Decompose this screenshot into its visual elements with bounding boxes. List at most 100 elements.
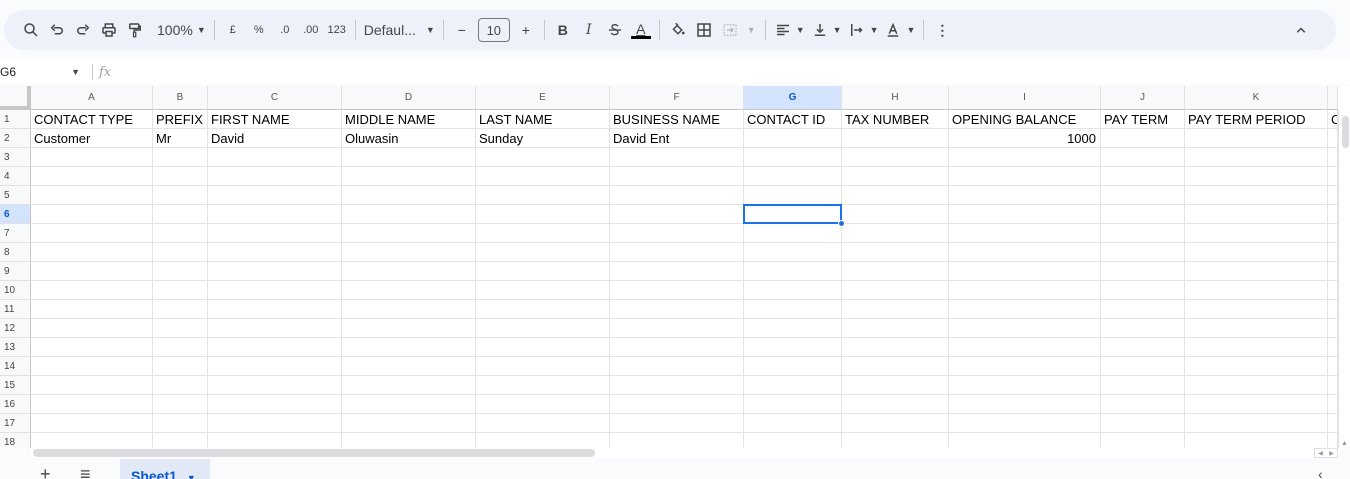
- cell-a12[interactable]: [31, 319, 153, 338]
- cell-b10[interactable]: [153, 281, 208, 300]
- fill-handle[interactable]: [838, 220, 845, 227]
- cell-k2[interactable]: [1185, 129, 1328, 148]
- cell-partial[interactable]: [1328, 205, 1338, 224]
- row-header-14[interactable]: 14: [0, 357, 31, 376]
- cell-c11[interactable]: [208, 300, 342, 319]
- cell-k11[interactable]: [1185, 300, 1328, 319]
- vertical-scrollbar[interactable]: ▲ ▼: [1338, 110, 1350, 448]
- cell-h8[interactable]: [842, 243, 949, 262]
- row-header-11[interactable]: 11: [0, 300, 31, 319]
- scroll-up-icon[interactable]: ▲: [1341, 440, 1348, 447]
- cell-partial[interactable]: [1328, 300, 1338, 319]
- cell-a3[interactable]: [31, 148, 153, 167]
- cell-h9[interactable]: [842, 262, 949, 281]
- cell-h14[interactable]: [842, 357, 949, 376]
- cell-d17[interactable]: [342, 414, 476, 433]
- cell-j12[interactable]: [1101, 319, 1185, 338]
- cell-c16[interactable]: [208, 395, 342, 414]
- cell-f17[interactable]: [610, 414, 744, 433]
- cell-e8[interactable]: [476, 243, 610, 262]
- cell-i18[interactable]: [949, 433, 1101, 448]
- cell-i6[interactable]: [949, 205, 1101, 224]
- cell-j3[interactable]: [1101, 148, 1185, 167]
- cell-b7[interactable]: [153, 224, 208, 243]
- cell-g1[interactable]: CONTACT ID: [744, 110, 842, 129]
- cell-e9[interactable]: [476, 262, 610, 281]
- cell-g5[interactable]: [744, 186, 842, 205]
- cell-j5[interactable]: [1101, 186, 1185, 205]
- cell-b13[interactable]: [153, 338, 208, 357]
- cell-c4[interactable]: [208, 167, 342, 186]
- cell-partial[interactable]: [1328, 167, 1338, 186]
- cell-e2[interactable]: Sunday: [476, 129, 610, 148]
- cell-c15[interactable]: [208, 376, 342, 395]
- cell-d2[interactable]: Oluwasin: [342, 129, 476, 148]
- cell-partial[interactable]: [1328, 281, 1338, 300]
- cell-b4[interactable]: [153, 167, 208, 186]
- cell-j16[interactable]: [1101, 395, 1185, 414]
- cell-b18[interactable]: [153, 433, 208, 448]
- cell-j7[interactable]: [1101, 224, 1185, 243]
- cell-e10[interactable]: [476, 281, 610, 300]
- cell-e16[interactable]: [476, 395, 610, 414]
- cell-f7[interactable]: [610, 224, 744, 243]
- row-header-8[interactable]: 8: [0, 243, 31, 262]
- vertical-scroll-thumb[interactable]: [1342, 116, 1349, 148]
- cell-c18[interactable]: [208, 433, 342, 448]
- cell-partial[interactable]: [1328, 224, 1338, 243]
- cell-h11[interactable]: [842, 300, 949, 319]
- cell-a1[interactable]: CONTACT TYPE: [31, 110, 153, 129]
- cell-g15[interactable]: [744, 376, 842, 395]
- cell-b9[interactable]: [153, 262, 208, 281]
- column-header-e[interactable]: E: [476, 86, 610, 110]
- cell-k14[interactable]: [1185, 357, 1328, 376]
- cell-a16[interactable]: [31, 395, 153, 414]
- cell-d15[interactable]: [342, 376, 476, 395]
- all-sheets-icon[interactable]: ≡: [80, 465, 91, 479]
- cell-k17[interactable]: [1185, 414, 1328, 433]
- cell-d13[interactable]: [342, 338, 476, 357]
- cell-partial[interactable]: [1328, 319, 1338, 338]
- cell-j13[interactable]: [1101, 338, 1185, 357]
- formula-input[interactable]: [121, 62, 1350, 82]
- cell-f14[interactable]: [610, 357, 744, 376]
- cell-d12[interactable]: [342, 319, 476, 338]
- decrease-decimal-button[interactable]: .0: [272, 16, 298, 44]
- cell-h7[interactable]: [842, 224, 949, 243]
- cell-k9[interactable]: [1185, 262, 1328, 281]
- cell-b6[interactable]: [153, 205, 208, 224]
- cell-d3[interactable]: [342, 148, 476, 167]
- cell-b1[interactable]: PREFIX: [153, 110, 208, 129]
- cell-f4[interactable]: [610, 167, 744, 186]
- redo-icon[interactable]: [70, 16, 96, 44]
- cell-d14[interactable]: [342, 357, 476, 376]
- cell-j4[interactable]: [1101, 167, 1185, 186]
- cell-f9[interactable]: [610, 262, 744, 281]
- cell-g16[interactable]: [744, 395, 842, 414]
- cell-k16[interactable]: [1185, 395, 1328, 414]
- cell-partial[interactable]: [1328, 338, 1338, 357]
- add-sheet-icon[interactable]: +: [40, 465, 51, 479]
- cell-f3[interactable]: [610, 148, 744, 167]
- cell-c1[interactable]: FIRST NAME: [208, 110, 342, 129]
- column-header-i[interactable]: I: [949, 86, 1101, 110]
- increase-font-size-button[interactable]: +: [513, 16, 539, 44]
- paint-format-icon[interactable]: [122, 16, 148, 44]
- cell-c14[interactable]: [208, 357, 342, 376]
- cell-g14[interactable]: [744, 357, 842, 376]
- cell-a5[interactable]: [31, 186, 153, 205]
- cell-f15[interactable]: [610, 376, 744, 395]
- cell-i4[interactable]: [949, 167, 1101, 186]
- cell-partial[interactable]: [1328, 376, 1338, 395]
- row-header-4[interactable]: 4: [0, 167, 31, 186]
- increase-decimal-button[interactable]: .00: [298, 16, 324, 44]
- cell-e12[interactable]: [476, 319, 610, 338]
- cell-b14[interactable]: [153, 357, 208, 376]
- cell-a14[interactable]: [31, 357, 153, 376]
- cell-j2[interactable]: [1101, 129, 1185, 148]
- cell-h1[interactable]: TAX NUMBER: [842, 110, 949, 129]
- cell-i5[interactable]: [949, 186, 1101, 205]
- cell-h2[interactable]: [842, 129, 949, 148]
- cell-e14[interactable]: [476, 357, 610, 376]
- cell-c13[interactable]: [208, 338, 342, 357]
